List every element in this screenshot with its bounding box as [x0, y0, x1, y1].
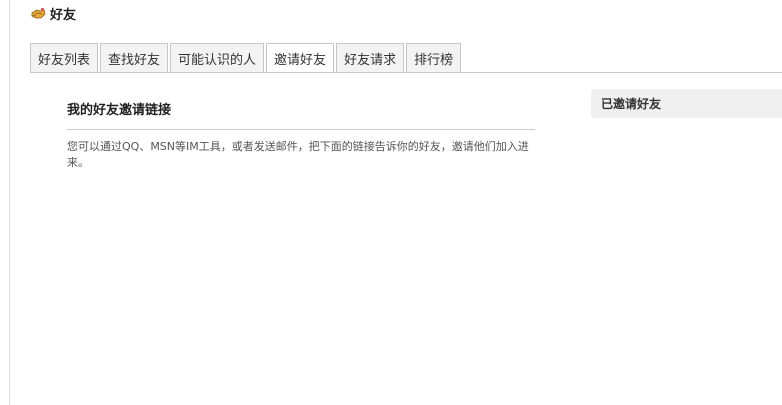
tab-leaderboard[interactable]: 排行榜 — [406, 43, 462, 72]
page-header: 好友 — [30, 4, 77, 23]
invite-link-divider — [67, 129, 535, 130]
invited-friends-title: 已邀请好友 — [601, 97, 662, 111]
invite-link-title: 我的好友邀请链接 — [67, 103, 172, 118]
left-divider — [9, 0, 10, 405]
tab-bar: 好友列表 查找好友 可能认识的人 邀请好友 好友请求 排行榜 — [30, 43, 463, 73]
invite-link-section: 我的好友邀请链接 您可以通过QQ、MSN等IM工具，或者发送邮件，把下面的链接告… — [67, 100, 535, 171]
tab-bar-divider — [30, 72, 782, 73]
tab-find-friends[interactable]: 查找好友 — [100, 43, 169, 72]
tab-friend-requests[interactable]: 好友请求 — [336, 43, 405, 72]
friends-hand-icon — [30, 5, 46, 21]
invite-link-description: 您可以通过QQ、MSN等IM工具，或者发送邮件，把下面的链接告诉你的好友，邀请他… — [67, 140, 529, 169]
tab-friend-list[interactable]: 好友列表 — [30, 43, 99, 72]
tab-people-you-may-know[interactable]: 可能认识的人 — [170, 43, 265, 72]
page-title: 好友 — [50, 7, 77, 23]
invited-friends-panel: 已邀请好友 — [591, 89, 782, 118]
tab-invite-friends[interactable]: 邀请好友 — [266, 43, 335, 73]
